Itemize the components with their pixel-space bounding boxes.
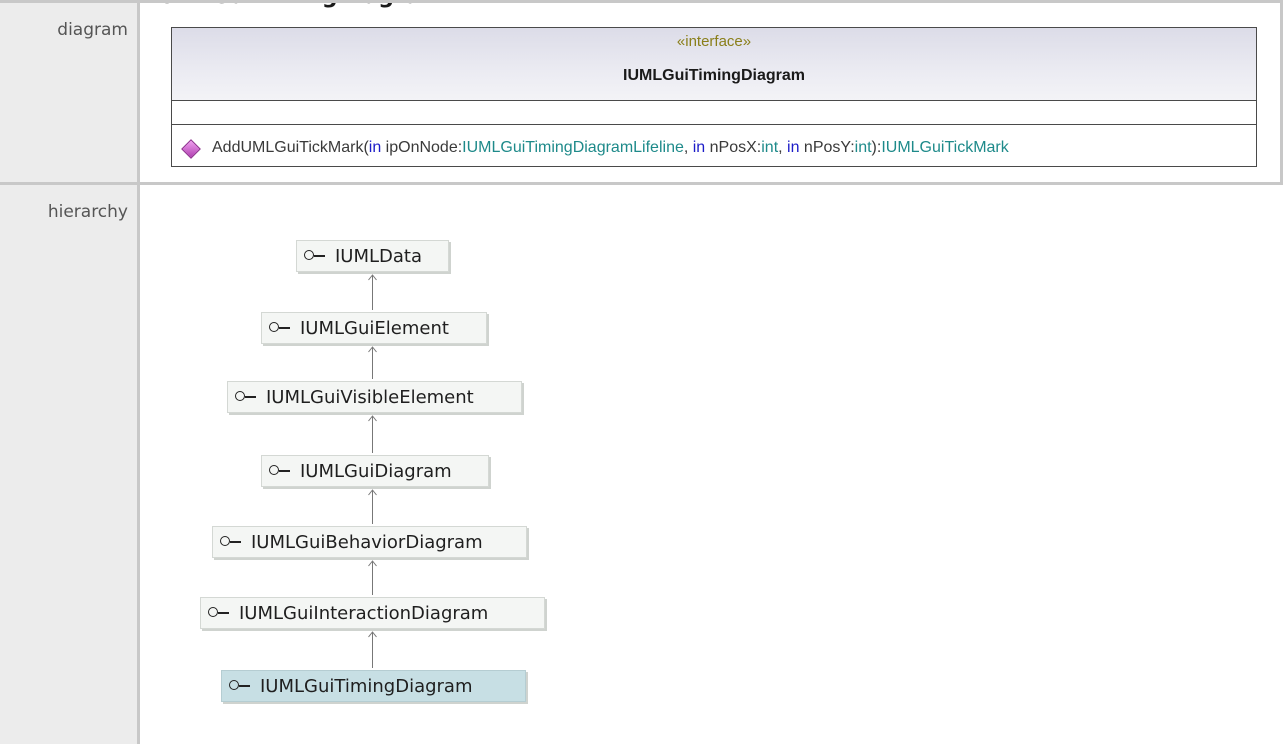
- param-separator: ,: [683, 139, 693, 156]
- param-type: int: [854, 139, 872, 156]
- lollipop-interface-icon: [220, 535, 246, 549]
- hierarchy-node-label: IUMLGuiElement: [300, 317, 449, 339]
- param-close: ):: [871, 139, 882, 156]
- lollipop-interface-icon: [304, 249, 330, 263]
- table-border-top: [0, 0, 1283, 3]
- hierarchy-node[interactable]: IUMLGuiElement: [261, 312, 487, 344]
- hierarchy-node-label: IUMLGuiDiagram: [300, 460, 452, 482]
- generalization-arrow: [367, 415, 378, 453]
- uml-operation-signature: AddUMLGuiTickMark(in ipOnNode:IUMLGuiTim…: [212, 139, 1009, 157]
- uml-class-box[interactable]: «interface» IUMLGuiTimingDiagram AddUMLG…: [171, 27, 1257, 167]
- param-name: nPosY:: [799, 139, 855, 156]
- lollipop-interface-icon: [208, 606, 234, 620]
- lollipop-interface-icon: [229, 679, 255, 693]
- hierarchy-node-label: IUMLData: [335, 245, 423, 267]
- hierarchy-node[interactable]: IUMLGuiInteractionDiagram: [200, 597, 545, 629]
- row-label-hierarchy: hierarchy: [0, 185, 137, 744]
- generalization-arrow: [367, 631, 378, 668]
- hierarchy-node[interactable]: IUMLGuiVisibleElement: [227, 381, 522, 413]
- column-divider: [137, 185, 140, 744]
- hierarchy-node-label: IUMLGuiInteractionDiagram: [239, 602, 489, 624]
- param-direction: in: [368, 139, 382, 156]
- uml-class-header: «interface» IUMLGuiTimingDiagram: [172, 28, 1256, 100]
- param-type-link[interactable]: IUMLGuiTimingDiagramLifeline: [462, 139, 684, 156]
- lollipop-interface-icon: [235, 390, 261, 404]
- uml-operation-row[interactable]: AddUMLGuiTickMark(in ipOnNode:IUMLGuiTim…: [172, 137, 1256, 165]
- generalization-arrow: [367, 489, 378, 524]
- uml-compartment-divider: [172, 124, 1256, 125]
- return-type-link[interactable]: IUMLGuiTickMark: [881, 139, 1008, 156]
- uml-stereotype: «interface»: [676, 33, 752, 50]
- hierarchy-node[interactable]: IUMLData: [296, 240, 449, 272]
- operation-name: AddUMLGuiTickMark(: [212, 139, 369, 156]
- lollipop-interface-icon: [269, 321, 295, 335]
- hierarchy-node[interactable]: IUMLGuiDiagram: [261, 455, 489, 487]
- param-separator: ,: [778, 139, 788, 156]
- hierarchy-node-current[interactable]: IUMLGuiTimingDiagram: [221, 670, 526, 702]
- lollipop-interface-icon: [269, 464, 295, 478]
- generalization-arrow: [367, 346, 378, 379]
- param-direction: in: [692, 139, 706, 156]
- hierarchy-node-label: IUMLGuiVisibleElement: [266, 386, 474, 408]
- uml-compartment-divider: [172, 100, 1256, 101]
- hierarchy-node-label: IUMLGuiTimingDiagram: [260, 675, 473, 697]
- generalization-arrow: [367, 560, 378, 595]
- uml-class-name: IUMLGuiTimingDiagram: [623, 67, 805, 84]
- column-divider: [137, 3, 140, 182]
- row-divider: [0, 182, 1283, 185]
- hierarchy-node-label: IUMLGuiBehaviorDiagram: [251, 531, 483, 553]
- param-direction: in: [787, 139, 800, 156]
- generalization-arrow: [367, 274, 378, 310]
- param-name: nPosX:: [705, 139, 762, 156]
- param-type: int: [761, 139, 779, 156]
- hierarchy-node[interactable]: IUMLGuiBehaviorDiagram: [212, 526, 527, 558]
- param-name: ipOnNode:: [381, 139, 463, 156]
- diamond-operation-icon: [181, 139, 201, 159]
- row-label-diagram: diagram: [0, 3, 137, 182]
